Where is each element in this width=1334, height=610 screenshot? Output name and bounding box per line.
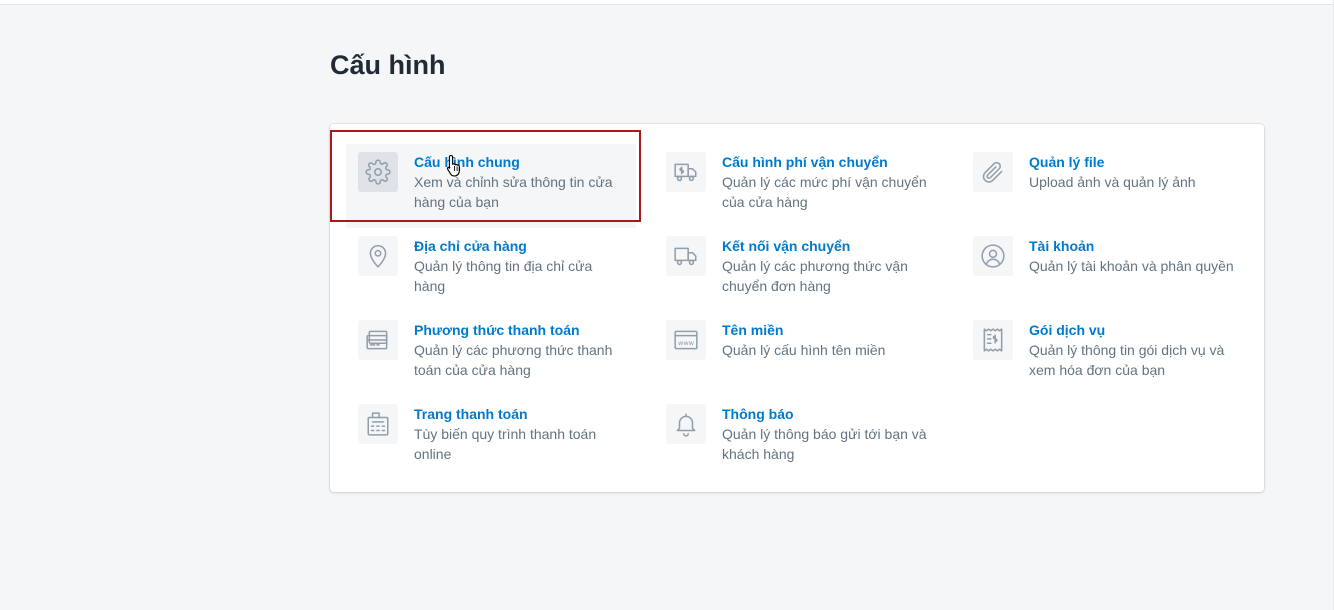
settings-item-shipping-fee[interactable]: Cấu hình phí vận chuyển Quản lý các mức … <box>654 144 944 228</box>
item-description: Quản lý các phương thức vận chuyển đơn h… <box>722 258 908 294</box>
item-description: Quản lý thông tin gói dịch vụ và xem hóa… <box>1029 342 1225 378</box>
settings-item-notifications[interactable]: Thông báo Quản lý thông báo gửi tới bạn … <box>654 396 944 480</box>
item-description: Quản lý tài khoản và phân quyền <box>1029 258 1234 274</box>
item-description: Quản lý các phương thức thanh toán của c… <box>414 342 613 378</box>
item-description: Quản lý thông báo gửi tới bạn và khách h… <box>722 426 927 462</box>
settings-item-domain[interactable]: www Tên miền Quản lý cấu hình tên miền <box>654 312 944 396</box>
item-title[interactable]: Tên miền <box>722 320 885 340</box>
map-pin-icon <box>358 236 398 276</box>
item-description: Tùy biến quy trình thanh toán online <box>414 426 597 462</box>
settings-item-store-address[interactable]: Địa chỉ cửa hàng Quản lý thông tin địa c… <box>346 228 636 312</box>
pos-terminal-icon <box>358 404 398 444</box>
item-title[interactable]: Thông báo <box>722 404 932 424</box>
settings-item-service-plan[interactable]: Gói dịch vụ Quản lý thông tin gói dịch v… <box>961 312 1251 396</box>
item-title[interactable]: Quản lý file <box>1029 152 1196 172</box>
item-description: Quản lý các mức phí vận chuyển của cửa h… <box>722 174 927 210</box>
settings-item-checkout-page[interactable]: Trang thanh toán Tùy biến quy trình than… <box>346 396 636 480</box>
settings-item-account[interactable]: Tài khoản Quản lý tài khoản và phân quyề… <box>961 228 1251 312</box>
www-browser-icon: www <box>666 320 706 360</box>
item-title[interactable]: Kết nối vận chuyển <box>722 236 932 256</box>
truck-icon <box>666 236 706 276</box>
receipt-icon <box>973 320 1013 360</box>
gear-icon <box>358 152 398 192</box>
settings-item-shipping-connect[interactable]: Kết nối vận chuyển Quản lý các phương th… <box>654 228 944 312</box>
shipping-fee-truck-icon <box>666 152 706 192</box>
settings-card: Cấu hình chung Xem và chỉnh sửa thông ti… <box>330 124 1264 492</box>
user-circle-icon <box>973 236 1013 276</box>
item-title[interactable]: Trang thanh toán <box>414 404 624 424</box>
settings-item-general[interactable]: Cấu hình chung Xem và chỉnh sửa thông ti… <box>346 144 636 228</box>
top-bar <box>0 0 1334 5</box>
item-description: Quản lý thông tin địa chỉ cửa hàng <box>414 258 593 294</box>
item-description: Quản lý cấu hình tên miền <box>722 342 886 358</box>
item-title[interactable]: Tài khoản <box>1029 236 1234 256</box>
credit-card-icon <box>358 320 398 360</box>
item-title[interactable]: Phương thức thanh toán <box>414 320 624 340</box>
item-title[interactable]: Cấu hình phí vận chuyển <box>722 152 932 172</box>
item-title[interactable]: Địa chỉ cửa hàng <box>414 236 624 256</box>
hand-cursor-icon <box>446 154 461 177</box>
svg-text:www: www <box>678 339 695 347</box>
item-title[interactable]: Gói dịch vụ <box>1029 320 1239 340</box>
item-description: Xem và chỉnh sửa thông tin cửa hàng của … <box>414 174 613 210</box>
settings-item-files[interactable]: Quản lý file Upload ảnh và quản lý ảnh <box>961 144 1251 228</box>
paperclip-icon <box>973 152 1013 192</box>
page-title: Cấu hình <box>330 50 446 80</box>
item-description: Upload ảnh và quản lý ảnh <box>1029 174 1196 190</box>
settings-item-payment-methods[interactable]: Phương thức thanh toán Quản lý các phươn… <box>346 312 636 396</box>
bell-icon <box>666 404 706 444</box>
